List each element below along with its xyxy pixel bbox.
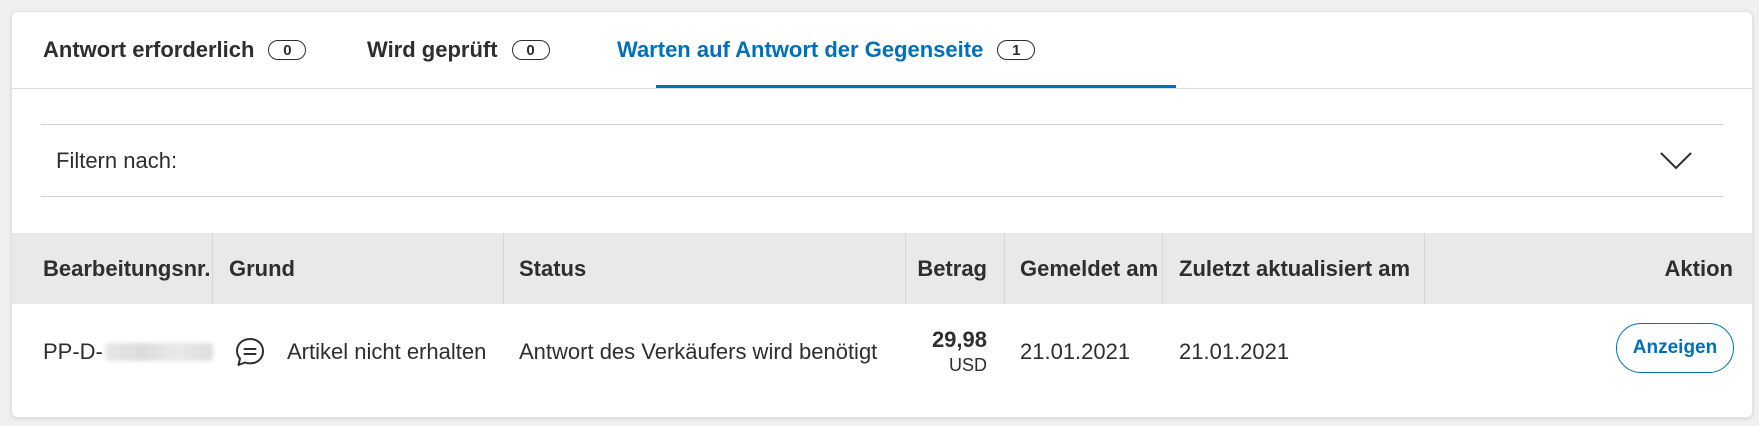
reason-text: Artikel nicht erhalten <box>287 339 487 364</box>
redacted-case-number <box>104 343 213 361</box>
amount-currency: USD <box>948 355 987 375</box>
filter-dropdown[interactable]: Filtern nach: <box>41 124 1723 197</box>
tab-count-badge: 1 <box>997 40 1036 60</box>
table-header: Bearbeitungsnr. Grund Status Betrag Geme… <box>12 233 1752 304</box>
active-tab-indicator <box>656 85 1176 88</box>
chat-bubble-icon <box>236 338 264 366</box>
column-header-status: Status <box>519 255 587 281</box>
tab-response-required[interactable]: Antwort erforderlich 0 <box>43 12 307 88</box>
case-id[interactable]: PP-D- <box>43 304 213 400</box>
disputes-card: Antwort erforderlich 0 Wird geprüft 0 Wa… <box>11 11 1753 418</box>
chevron-down-icon <box>1660 151 1692 169</box>
tab-label: Wird geprüft <box>367 37 498 62</box>
column-divider <box>1004 233 1005 304</box>
amount-cell: 29,98 USD <box>920 304 987 400</box>
reported-date: 21.01.2021 <box>1020 339 1131 364</box>
case-id-prefix: PP-D- <box>43 339 103 364</box>
tab-count-badge: 0 <box>511 40 550 60</box>
view-button[interactable]: Anzeigen <box>1616 323 1734 373</box>
tab-under-review[interactable]: Wird geprüft 0 <box>367 12 550 88</box>
reason-cell: Artikel nicht erhalten <box>233 304 486 400</box>
tab-waiting-for-other-party[interactable]: Warten auf Antwort der Gegenseite 1 <box>617 12 1036 88</box>
tab-label: Antwort erforderlich <box>43 37 255 62</box>
column-divider <box>905 233 906 304</box>
column-divider <box>1424 233 1425 304</box>
tab-bar: Antwort erforderlich 0 Wird geprüft 0 Wa… <box>12 12 1752 89</box>
column-header-action: Aktion <box>1664 255 1733 281</box>
column-header-reason: Grund <box>229 255 295 281</box>
column-header-reported: Gemeldet am <box>1020 255 1159 281</box>
column-divider <box>212 233 213 304</box>
column-header-amount: Betrag <box>917 255 987 281</box>
column-divider <box>1162 233 1163 304</box>
amount-value: 29,98 <box>931 327 987 352</box>
column-header-updated: Zuletzt aktualisiert am <box>1179 255 1411 281</box>
tab-count-badge: 0 <box>268 40 307 60</box>
tab-label: Warten auf Antwort der Gegenseite <box>617 37 984 62</box>
column-header-case-id: Bearbeitungsnr. <box>43 255 211 281</box>
filter-label: Filtern nach: <box>56 147 178 173</box>
status-text: Antwort des Verkäufers wird benötigt <box>519 339 878 364</box>
table-row: PP-D- Artikel nicht erhalten Antwort des… <box>12 304 1752 400</box>
column-divider <box>503 233 504 304</box>
updated-date: 21.01.2021 <box>1179 339 1290 364</box>
